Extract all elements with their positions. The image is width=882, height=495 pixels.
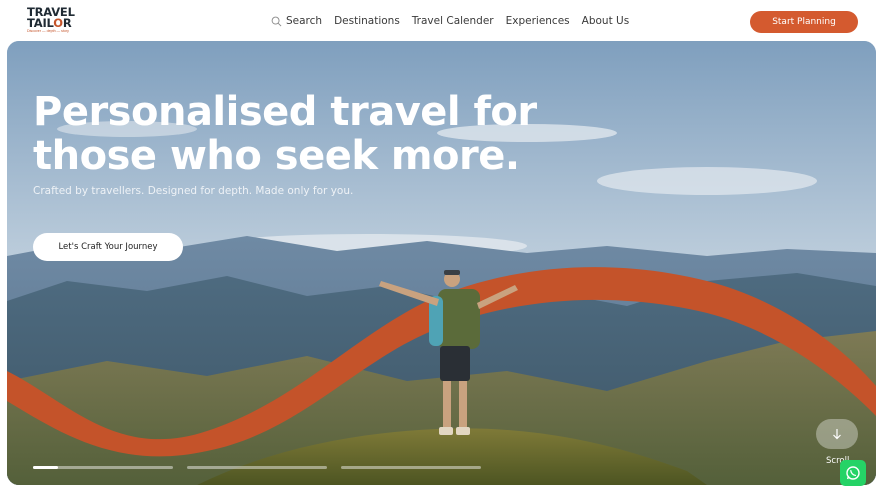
slide-progress-bar-2[interactable] [187,466,327,469]
slide-progress-bar-3[interactable] [341,466,481,469]
main-nav: Search Destinations Travel Calender Expe… [271,13,629,29]
nav-search-label: Search [286,15,323,27]
whatsapp-chat-button[interactable] [840,460,866,486]
craft-journey-button[interactable]: Let's Craft Your Journey [33,233,183,261]
slide-progress-fill-1 [33,466,59,469]
site-header: TRAVEL TAILOR Discover — depth — story S… [0,0,882,42]
nav-travel-calender[interactable]: Travel Calender [412,15,494,27]
hero-subtitle: Crafted by travellers. Designed for dept… [33,185,354,197]
slide-progress [33,466,495,469]
logo-line-2: TAILOR [27,16,72,30]
scroll-down-button[interactable] [816,419,858,449]
travel-tailor-logo[interactable]: TRAVEL TAILOR Discover — depth — story [27,6,83,35]
whatsapp-icon [846,466,860,480]
nav-search[interactable]: Search [271,15,322,27]
hero-title-line-2: those who seek more. [33,133,520,179]
start-planning-button[interactable]: Start Planning [750,11,858,33]
hero-title: Personalised travel for those who seek m… [33,89,537,179]
search-icon [271,16,282,26]
arrow-down-icon [833,429,841,440]
logo-tagline: Discover — depth — story [27,29,69,33]
nav-experiences[interactable]: Experiences [506,15,570,27]
hero-title-line-1: Personalised travel for [33,89,537,135]
nav-destinations[interactable]: Destinations [334,15,400,27]
hero-section: Personalised travel for those who seek m… [7,41,876,485]
nav-about-us[interactable]: About Us [582,15,630,27]
slide-progress-bar-1[interactable] [33,466,173,469]
